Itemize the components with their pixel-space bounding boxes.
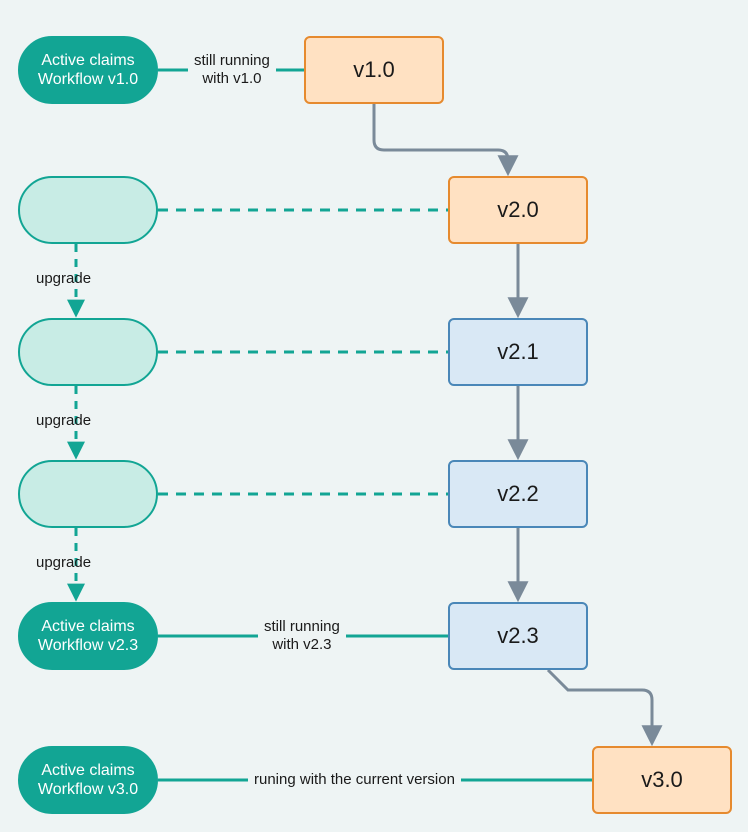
edge-label-line: still running xyxy=(194,52,270,70)
edge-label-running-v23: still running with v2.3 xyxy=(258,618,346,654)
version-box-v20: v2.0 xyxy=(448,176,588,244)
pill-workflow-v23: Active claims Workflow v2.3 xyxy=(18,602,158,670)
version-label: v2.2 xyxy=(497,481,539,507)
pill-line2: Workflow v3.0 xyxy=(38,780,138,799)
version-box-v23: v2.3 xyxy=(448,602,588,670)
version-label: v1.0 xyxy=(353,57,395,83)
edge-label-running-v30: runing with the current version xyxy=(248,771,461,789)
pill-workflow-v22-ghost xyxy=(18,460,158,528)
connectors-layer xyxy=(0,0,748,832)
version-box-v21: v2.1 xyxy=(448,318,588,386)
upgrade-label-2: upgrade xyxy=(36,412,91,429)
pill-workflow-v21-ghost xyxy=(18,318,158,386)
version-label: v3.0 xyxy=(641,767,683,793)
edge-label-line: with v1.0 xyxy=(194,70,270,88)
pill-line2: Workflow v2.3 xyxy=(38,636,138,655)
edge-label-running-v10: still running with v1.0 xyxy=(188,52,276,88)
version-label: v2.3 xyxy=(497,623,539,649)
pill-workflow-v30: Active claims Workflow v3.0 xyxy=(18,746,158,814)
pill-line1: Active claims xyxy=(41,617,134,636)
version-box-v30: v3.0 xyxy=(592,746,732,814)
version-label: v2.1 xyxy=(497,339,539,365)
pill-line2: Workflow v1.0 xyxy=(38,70,138,89)
upgrade-label-3: upgrade xyxy=(36,554,91,571)
edge-label-line: with v2.3 xyxy=(264,636,340,654)
pill-line1: Active claims xyxy=(41,51,134,70)
upgrade-label-1: upgrade xyxy=(36,270,91,287)
version-box-v22: v2.2 xyxy=(448,460,588,528)
pill-line1: Active claims xyxy=(41,761,134,780)
edge-label-line: still running xyxy=(264,618,340,636)
version-box-v10: v1.0 xyxy=(304,36,444,104)
edge-label-line: runing with the current version xyxy=(254,771,455,788)
pill-workflow-v20-ghost xyxy=(18,176,158,244)
pill-workflow-v10: Active claims Workflow v1.0 xyxy=(18,36,158,104)
version-label: v2.0 xyxy=(497,197,539,223)
